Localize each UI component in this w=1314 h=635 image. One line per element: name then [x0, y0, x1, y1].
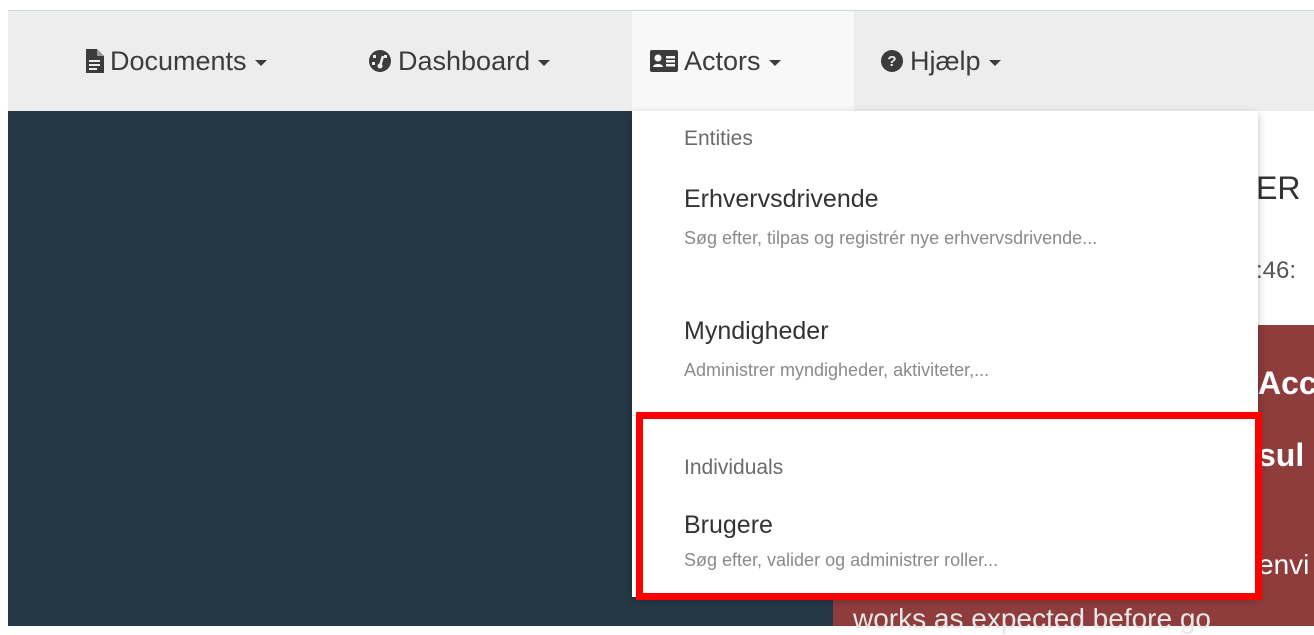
nav-dashboard[interactable]: Dashboard [360, 11, 558, 111]
item-description: Søg efter, tilpas og registrér nye erhve… [684, 228, 1098, 248]
heading-fragment: ER [1256, 170, 1301, 206]
timestamp-fragment: :46: [1256, 257, 1297, 284]
nav-help-label: Hjælp [910, 45, 981, 76]
caret-down-icon [768, 60, 781, 66]
dropdown-item-myndigheder[interactable]: Myndigheder Administrer myndigheder, akt… [632, 307, 1258, 391]
page-margin [0, 0, 8, 626]
caret-down-icon [538, 60, 551, 66]
dashboard-icon [368, 49, 392, 73]
dropdown-item-brugere[interactable]: Brugere Søg efter, valider og administre… [632, 503, 1258, 587]
item-title: Myndigheder [684, 317, 829, 345]
actors-dropdown-menu: Entities Erhvervsdrivende Søg efter, til… [632, 111, 1258, 597]
nav-documents-label: Documents [110, 45, 247, 76]
caret-down-icon [988, 60, 1001, 66]
alert-line-4: works as expected before go [853, 603, 1211, 634]
dropdown-item-erhvervsdrivende[interactable]: Erhvervsdrivende Søg efter, tilpas og re… [632, 175, 1258, 293]
item-title: Erhvervsdrivende [684, 185, 879, 213]
nav-dashboard-label: Dashboard [398, 45, 531, 76]
item-description: Søg efter, valider og administrer roller… [684, 550, 999, 570]
alert-line-3: envi [1258, 549, 1310, 580]
item-description: Administrer myndigheder, aktiviteter,... [684, 360, 990, 380]
alert-line-1: Acc [1258, 365, 1314, 401]
top-navbar: Documents Dashboard Actors ? Hjælp [8, 10, 1314, 111]
dropdown-divider [632, 415, 1258, 416]
caret-down-icon [254, 60, 267, 66]
item-title: Brugere [684, 511, 773, 539]
dropdown-header-entities: Entities [684, 127, 753, 150]
nav-documents[interactable]: Documents [74, 11, 277, 111]
id-card-icon [650, 50, 678, 72]
nav-actors[interactable]: Actors [632, 11, 854, 111]
file-icon [84, 49, 104, 73]
help-icon: ? [880, 49, 904, 73]
dropdown-header-individuals: Individuals [684, 456, 784, 479]
nav-help[interactable]: ? Hjælp [872, 11, 1009, 111]
alert-line-2: sul [1258, 437, 1305, 473]
nav-actors-label: Actors [684, 45, 761, 76]
svg-text:?: ? [887, 53, 896, 70]
